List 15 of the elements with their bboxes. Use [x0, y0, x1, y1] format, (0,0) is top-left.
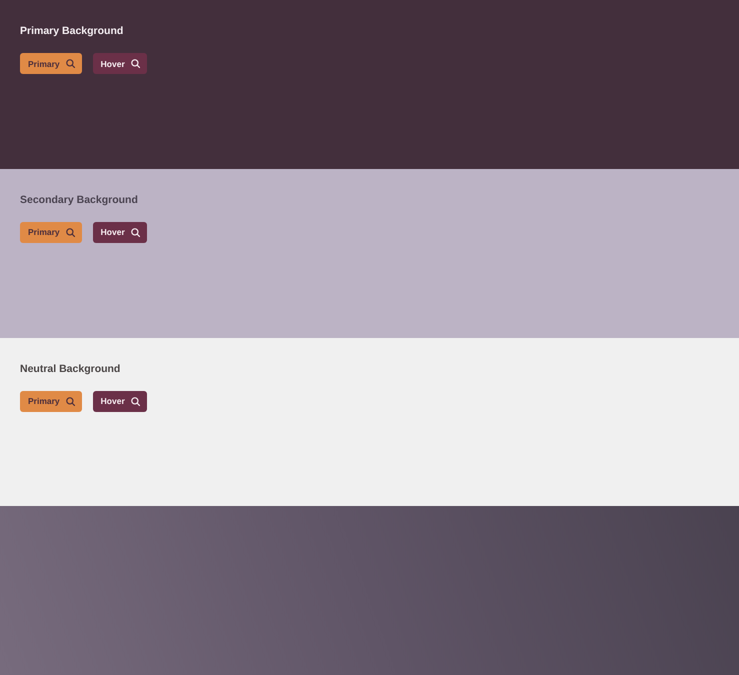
search-button[interactable]: Primary [20, 390, 82, 412]
search-icon [130, 228, 140, 237]
section-title: Primary Background [20, 24, 124, 38]
search-icon [130, 59, 140, 68]
search-icon [66, 396, 75, 406]
search-icon [66, 228, 75, 237]
search-button[interactable]: Hover [92, 53, 147, 74]
search-button[interactable]: Hover [92, 390, 147, 412]
section-title: Neutral Background [20, 362, 122, 376]
search-button[interactable]: Primary [20, 222, 82, 243]
search-button[interactable]: Primary [20, 53, 82, 74]
search-button[interactable]: Hover [92, 222, 147, 243]
search-icon [66, 59, 75, 68]
search-icon [130, 396, 140, 406]
section-title: Secondary Background [20, 192, 139, 207]
